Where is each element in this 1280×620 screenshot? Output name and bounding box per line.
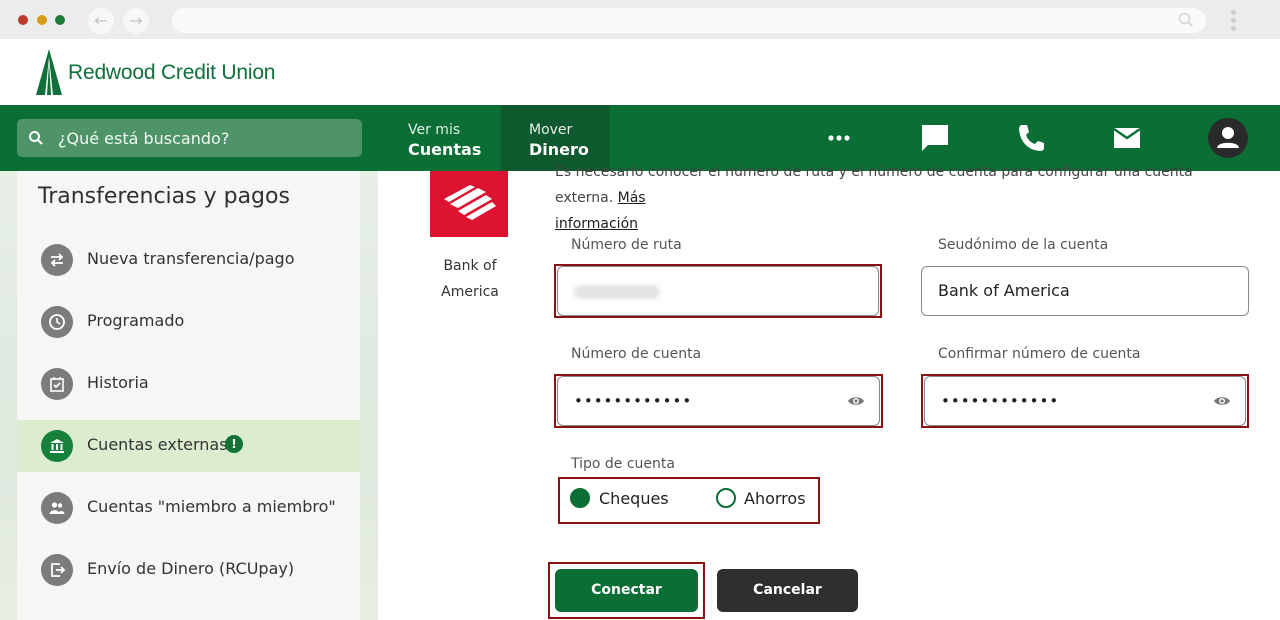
people-icon <box>41 492 73 524</box>
sidebar-title: Transferencias y pagos <box>38 184 290 209</box>
brand-name[interactable]: Redwood Credit Union <box>68 61 275 85</box>
search-input[interactable]: ¿Qué está buscando? <box>17 119 362 157</box>
tab-line1: Ver mis <box>408 122 461 138</box>
search-icon <box>29 131 43 145</box>
forward-arrow-icon[interactable]: → <box>123 8 149 34</box>
send-money-icon <box>41 554 73 586</box>
sidebar-item-label: Historia <box>87 373 149 392</box>
close-window-dot[interactable] <box>18 15 28 25</box>
sidebar-item-label: Programado <box>87 311 185 330</box>
more-info-link[interactable]: información <box>555 216 638 232</box>
search-icon <box>1178 12 1194 28</box>
show-password-eye-icon[interactable] <box>1213 392 1231 410</box>
radio-ahorros-label[interactable]: Ahorros <box>744 489 806 508</box>
sidebar-item-cuentas-externas[interactable]: Cuentas externas ! <box>17 420 360 472</box>
account-number-label: Número de cuenta <box>571 346 702 362</box>
account-nickname-label: Seudónimo de la cuenta <box>938 237 1109 253</box>
sidebar-item-historia[interactable]: Historia <box>17 358 360 410</box>
more-icon[interactable] <box>819 118 859 158</box>
maximize-window-dot[interactable] <box>55 15 65 25</box>
tab-line2: Dinero <box>529 140 589 159</box>
account-nickname-field[interactable]: Bank of America <box>921 266 1249 316</box>
radio-cheques[interactable] <box>570 488 590 508</box>
sidebar: Transferencias y pagos Nueva transferenc… <box>17 171 360 620</box>
tab-line1: Mover <box>529 122 573 138</box>
sidebar-item-miembro-a-miembro[interactable]: Cuentas "miembro a miembro" <box>17 482 360 534</box>
bank-name: Bank of America <box>441 258 499 300</box>
redwood-tree-logo-icon[interactable] <box>34 49 64 95</box>
address-bar[interactable] <box>172 8 1206 33</box>
minimize-window-dot[interactable] <box>37 15 47 25</box>
confirm-account-number-field[interactable]: •••••••••••• <box>924 376 1246 426</box>
sidebar-item-label: Cuentas externas <box>87 435 228 454</box>
tab-line2: Cuentas <box>408 140 482 159</box>
account-type-radio-group: Cheques Ahorros <box>558 478 814 522</box>
intro-text: Es necesario conocer el número de ruta y… <box>555 159 1245 237</box>
redacted-routing-value <box>574 284 660 299</box>
routing-number-field[interactable] <box>557 266 879 316</box>
browser-menu-icon[interactable] <box>1228 10 1238 34</box>
cancel-button[interactable]: Cancelar <box>717 569 858 612</box>
user-icon[interactable] <box>1208 118 1248 158</box>
mail-icon[interactable] <box>1107 118 1147 158</box>
confirm-account-number-label: Confirmar número de cuenta <box>938 346 1141 362</box>
radio-cheques-label[interactable]: Cheques <box>599 489 669 508</box>
brand-header: Redwood Credit Union <box>0 39 1280 105</box>
external-account-form: Es necesario conocer el número de ruta y… <box>378 164 1280 620</box>
alert-icon: ! <box>225 435 243 453</box>
phone-icon[interactable] <box>1011 118 1051 158</box>
sidebar-item-programado[interactable]: Programado <box>17 296 360 348</box>
chat-icon[interactable] <box>915 118 955 158</box>
sidebar-item-label: Nueva transferencia/pago <box>87 249 295 268</box>
confirm-account-number-value: •••••••••••• <box>941 392 1060 410</box>
search-placeholder: ¿Qué está buscando? <box>58 129 230 148</box>
browser-chrome: ← → <box>0 0 1280 39</box>
more-info-link-part1[interactable]: Más <box>618 190 646 206</box>
bank-icon <box>41 430 73 462</box>
intro-sentence: Es necesario conocer el número de ruta y… <box>555 164 1193 206</box>
sidebar-item-label: Cuentas "miembro a miembro" <box>87 497 336 516</box>
connect-button[interactable]: Conectar <box>555 569 698 612</box>
calendar-icon <box>41 368 73 400</box>
account-type-label: Tipo de cuenta <box>571 456 675 472</box>
bank-of-america-logo-icon <box>430 171 508 237</box>
show-password-eye-icon[interactable] <box>847 392 865 410</box>
account-number-field[interactable]: •••••••••••• <box>557 376 880 426</box>
sidebar-item-label: Envío de Dinero (RCUpay) <box>87 559 295 578</box>
routing-number-label: Número de ruta <box>571 237 682 253</box>
tab-ver-mis-cuentas[interactable]: Ver mis Cuentas <box>395 105 501 171</box>
back-arrow-icon[interactable]: ← <box>88 8 114 34</box>
clock-icon <box>41 306 73 338</box>
radio-ahorros[interactable] <box>716 488 736 508</box>
sidebar-item-envio-de-dinero[interactable]: Envío de Dinero (RCUpay) <box>17 544 360 596</box>
account-number-value: •••••••••••• <box>574 392 693 410</box>
sidebar-item-nueva-transferencia[interactable]: Nueva transferencia/pago <box>17 234 360 286</box>
transfer-icon <box>41 244 73 276</box>
